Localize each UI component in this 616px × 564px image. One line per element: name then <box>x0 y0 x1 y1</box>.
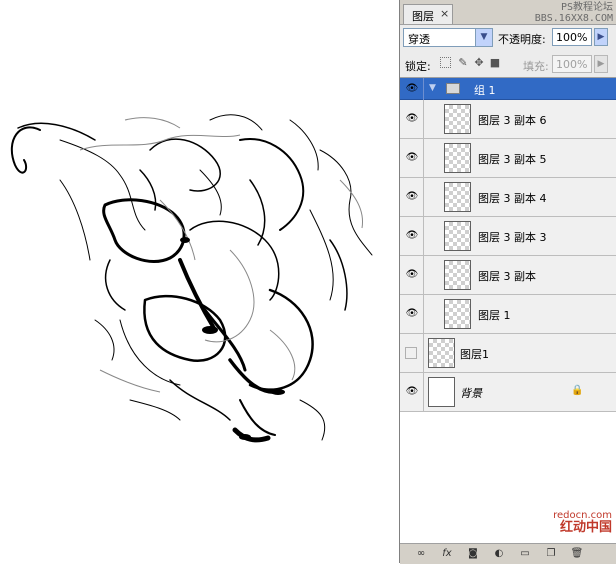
watermark-top: PS教程论坛 BBS.16XX8.COM <box>535 2 613 24</box>
visibility-toggle-empty[interactable] <box>405 347 417 359</box>
close-icon[interactable]: × <box>440 7 449 20</box>
layer-name: 背景 <box>460 387 482 400</box>
layer-row[interactable]: 👁 图层 3 副本 4 <box>400 178 616 217</box>
new-layer-icon[interactable]: ❐ <box>544 547 558 561</box>
eye-icon[interactable]: 👁 <box>404 112 420 126</box>
blend-row: 穿透 ▼ 不透明度: 100% ▶ <box>400 25 616 51</box>
lock-row: 锁定: ✎ ✥ ■ 填充: 100% ▶ <box>400 51 616 78</box>
eye-icon[interactable]: 👁 <box>404 385 420 399</box>
layers-tab-label: 图层 <box>412 10 434 23</box>
watermark-top-line1: PS教程论坛 <box>560 2 613 13</box>
layer-row-background[interactable]: 👁 背景 🔒 <box>400 373 616 412</box>
expand-triangle-icon[interactable]: ▼ <box>429 83 436 93</box>
fill-value: 100% <box>556 58 588 71</box>
watermark-bottom-line2: 红动中国 <box>559 520 612 535</box>
layer-row[interactable]: 👁 图层 3 副本 6 <box>400 100 616 139</box>
layer-name: 图层 3 副本 3 <box>478 231 547 244</box>
eye-icon[interactable]: 👁 <box>404 307 420 321</box>
divider <box>423 178 424 216</box>
watermark-top-line2: BBS.16XX8.COM <box>534 13 613 24</box>
opacity-value: 100% <box>556 31 588 44</box>
fill-label: 填充: <box>523 60 549 73</box>
opacity-input[interactable]: 100% <box>552 28 592 46</box>
layers-tab[interactable]: 图层 × <box>403 4 453 24</box>
panel-footer: ∞ fx ◙ ◐ ▭ ❐ 🗑 <box>400 543 616 564</box>
divider <box>423 295 424 333</box>
fx-icon[interactable]: fx <box>440 547 454 561</box>
layer-thumbnail <box>428 377 455 407</box>
layer-row[interactable]: 图层1 <box>400 334 616 373</box>
layer-row[interactable]: 👁 图层 3 副本 3 <box>400 217 616 256</box>
divider <box>423 100 424 138</box>
layers-list: 👁 ▼ 组 1 👁 图层 3 副本 6 👁 图层 3 副本 5 👁 图层 3 副… <box>400 78 616 543</box>
layer-group-1[interactable]: 👁 ▼ 组 1 <box>400 78 616 100</box>
layer-thumbnail <box>428 338 455 368</box>
eye-icon[interactable]: 👁 <box>404 268 420 282</box>
layer-thumbnail <box>444 182 471 212</box>
divider <box>423 78 424 100</box>
lock-icon: 🔒 <box>571 385 584 396</box>
layer-name: 图层 3 副本 4 <box>478 192 547 205</box>
blend-mode-value: 穿透 <box>408 33 430 46</box>
eye-icon[interactable]: 👁 <box>404 82 420 96</box>
mask-icon[interactable]: ◙ <box>466 547 480 561</box>
layer-thumbnail <box>444 104 471 134</box>
blend-mode-select[interactable]: 穿透 ▼ <box>403 28 493 47</box>
lock-transparent-pixels-icon[interactable] <box>440 57 451 68</box>
lock-image-pixels-icon[interactable]: ✎ <box>457 57 469 69</box>
layer-name: 图层 3 副本 <box>478 270 536 283</box>
layers-panel: 图层 × PS教程论坛 BBS.16XX8.COM 穿透 ▼ 不透明度: 100… <box>399 0 616 564</box>
divider <box>423 217 424 255</box>
divider <box>423 334 424 372</box>
divider <box>423 373 424 411</box>
layer-name: 图层 3 副本 5 <box>478 153 547 166</box>
opacity-slider-arrow-icon[interactable]: ▶ <box>594 28 608 46</box>
layer-row[interactable]: 👁 图层 3 副本 5 <box>400 139 616 178</box>
trash-icon[interactable]: 🗑 <box>570 547 584 561</box>
eye-icon[interactable]: 👁 <box>404 151 420 165</box>
adjustment-icon[interactable]: ◐ <box>492 547 506 561</box>
layer-row[interactable]: 👁 图层 1 <box>400 295 616 334</box>
liquid-artwork <box>10 114 373 443</box>
lock-label: 锁定: <box>405 60 431 73</box>
fill-slider-arrow-icon[interactable]: ▶ <box>594 55 608 73</box>
divider <box>423 139 424 177</box>
lock-all-icon[interactable]: ■ <box>489 57 501 69</box>
eye-icon[interactable]: 👁 <box>404 190 420 204</box>
watermark-bottom: redocn.com 红动中国 <box>553 510 612 534</box>
layer-thumbnail <box>444 299 471 329</box>
fill-input[interactable]: 100% <box>552 55 592 73</box>
divider <box>423 256 424 294</box>
eye-icon[interactable]: 👁 <box>404 229 420 243</box>
group-folder-icon[interactable]: ▭ <box>518 547 532 561</box>
link-icon[interactable]: ∞ <box>414 547 428 561</box>
layer-thumbnail <box>444 221 471 251</box>
layer-row[interactable]: 👁 图层 3 副本 <box>400 256 616 295</box>
layer-thumbnail <box>444 260 471 290</box>
layer-name: 图层 1 <box>478 309 511 322</box>
lock-position-icon[interactable]: ✥ <box>473 57 485 69</box>
chevron-down-icon[interactable]: ▼ <box>475 29 492 46</box>
panel-tab-bar: 图层 × PS教程论坛 BBS.16XX8.COM <box>400 0 616 25</box>
document-canvas[interactable] <box>0 0 399 563</box>
folder-icon <box>446 83 460 94</box>
opacity-label: 不透明度: <box>498 33 546 46</box>
layer-name: 图层1 <box>460 348 489 361</box>
layer-thumbnail <box>444 143 471 173</box>
layer-name: 组 1 <box>474 84 496 97</box>
layer-name: 图层 3 副本 6 <box>478 114 547 127</box>
